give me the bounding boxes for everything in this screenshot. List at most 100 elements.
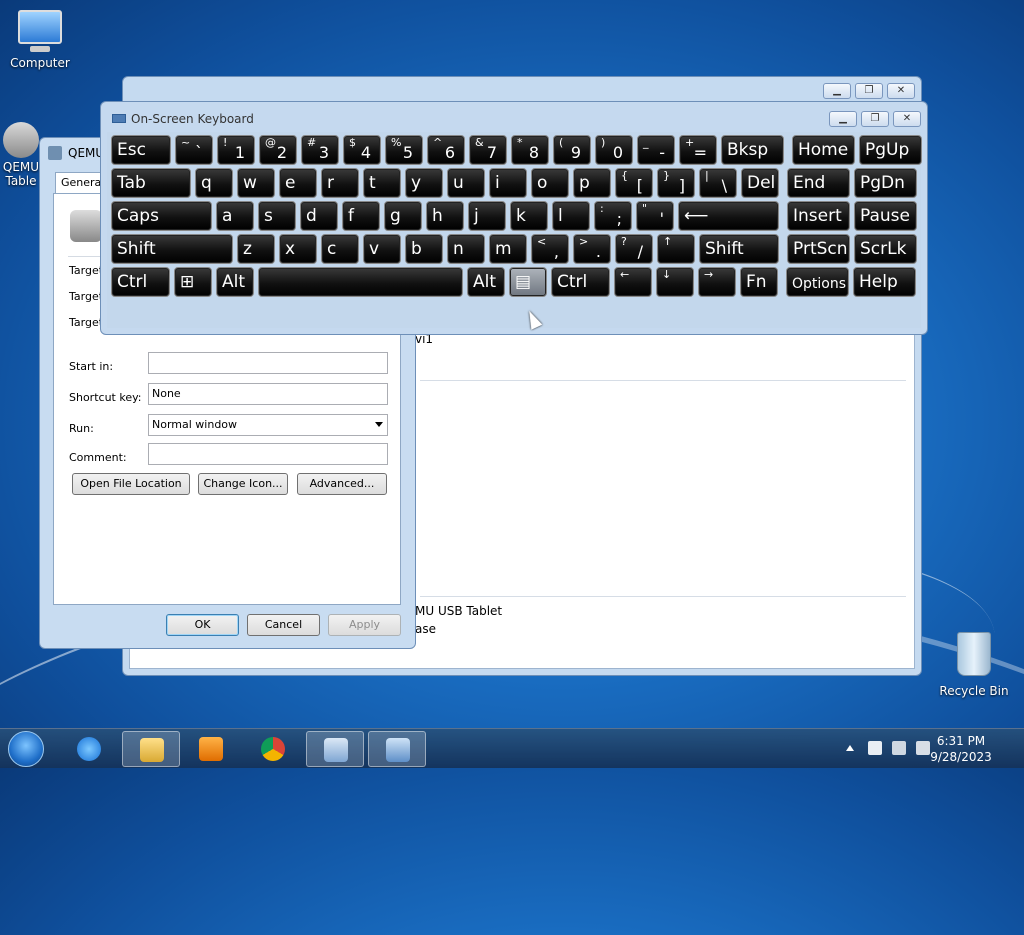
key-scrlk[interactable]: ScrLk bbox=[854, 234, 917, 264]
close-button[interactable]: ✕ bbox=[887, 83, 915, 99]
key-b[interactable]: b bbox=[405, 234, 443, 264]
taskbar-on-screen-keyboard[interactable] bbox=[306, 731, 364, 767]
key-x[interactable]: x bbox=[279, 234, 317, 264]
taskbar-internet-explorer[interactable] bbox=[60, 731, 118, 767]
key-n[interactable]: n bbox=[447, 234, 485, 264]
key-ctrl[interactable]: Ctrl bbox=[551, 267, 610, 297]
cancel-button[interactable]: Cancel bbox=[247, 614, 320, 636]
key-key4-3[interactable] bbox=[258, 267, 463, 297]
key-d[interactable]: d bbox=[300, 201, 338, 231]
key-key0-4[interactable]: #3 bbox=[301, 135, 339, 165]
key-key0-9[interactable]: * 8 bbox=[511, 135, 549, 165]
system-clock[interactable]: 6:31 PM 9/28/2023 bbox=[926, 733, 996, 765]
key-key1-11[interactable]: {[ bbox=[615, 168, 653, 198]
key-s[interactable]: s bbox=[258, 201, 296, 231]
comment-field[interactable] bbox=[148, 443, 388, 465]
key-key4-7[interactable]: ← bbox=[614, 267, 652, 297]
key-t[interactable]: t bbox=[363, 168, 401, 198]
key-a[interactable]: a bbox=[216, 201, 254, 231]
network-icon[interactable] bbox=[892, 741, 906, 755]
key-f[interactable]: f bbox=[342, 201, 380, 231]
show-hidden-icons-icon[interactable] bbox=[846, 745, 854, 751]
key-z[interactable]: z bbox=[237, 234, 275, 264]
change-icon-button[interactable]: Change Icon... bbox=[198, 473, 288, 495]
key-end[interactable]: End bbox=[787, 168, 850, 198]
key-prtscn[interactable]: PrtScn bbox=[787, 234, 850, 264]
key-key4-8[interactable]: ↓ bbox=[656, 267, 694, 297]
advanced-button[interactable]: Advanced... bbox=[297, 473, 387, 495]
restore-button[interactable]: ❐ bbox=[861, 111, 889, 127]
key-j[interactable]: j bbox=[468, 201, 506, 231]
key-key1-12[interactable]: }] bbox=[657, 168, 695, 198]
run-select[interactable]: Normal window bbox=[148, 414, 388, 436]
open-file-location-button[interactable]: Open File Location bbox=[72, 473, 190, 495]
key-tab[interactable]: Tab bbox=[111, 168, 191, 198]
key-p[interactable]: p bbox=[573, 168, 611, 198]
key-shift[interactable]: Shift bbox=[111, 234, 233, 264]
key-bksp[interactable]: Bksp bbox=[721, 135, 784, 165]
key-alt[interactable]: Alt bbox=[216, 267, 254, 297]
start-button[interactable] bbox=[8, 731, 44, 767]
key-key0-1[interactable]: ~ ` bbox=[175, 135, 213, 165]
key-key0-13[interactable]: + = bbox=[679, 135, 717, 165]
key-key0-12[interactable]: _ - bbox=[637, 135, 675, 165]
key-key0-7[interactable]: ^ 6 bbox=[427, 135, 465, 165]
minimize-button[interactable]: ▁ bbox=[823, 83, 851, 99]
key-key4-5[interactable]: ▤ bbox=[509, 267, 547, 297]
tab-general[interactable]: General bbox=[55, 172, 105, 194]
key-help[interactable]: Help bbox=[853, 267, 916, 297]
key-options[interactable]: Options bbox=[786, 267, 849, 297]
key-k[interactable]: k bbox=[510, 201, 548, 231]
key-key0-10[interactable]: (9 bbox=[553, 135, 591, 165]
key-key4-1[interactable]: ⊞ bbox=[174, 267, 212, 297]
key-pause[interactable]: Pause bbox=[854, 201, 917, 231]
key-esc[interactable]: Esc bbox=[111, 135, 171, 165]
key-c[interactable]: c bbox=[321, 234, 359, 264]
shortcut-key-field[interactable]: None bbox=[148, 383, 388, 405]
key-key0-11[interactable]: ) 0 bbox=[595, 135, 633, 165]
action-center-icon[interactable] bbox=[868, 741, 882, 755]
key-key3-11[interactable]: ↑ bbox=[657, 234, 695, 264]
key-key2-12[interactable]: ⟵ bbox=[678, 201, 779, 231]
taskbar-media-player[interactable] bbox=[182, 731, 240, 767]
restore-button[interactable]: ❐ bbox=[855, 83, 883, 99]
key-key0-5[interactable]: $4 bbox=[343, 135, 381, 165]
key-key0-6[interactable]: % 5 bbox=[385, 135, 423, 165]
key-key0-8[interactable]: & 7 bbox=[469, 135, 507, 165]
key-v[interactable]: v bbox=[363, 234, 401, 264]
apply-button[interactable]: Apply bbox=[328, 614, 401, 636]
key-key3-9[interactable]: >. bbox=[573, 234, 611, 264]
start-in-field[interactable] bbox=[148, 352, 388, 374]
key-key2-11[interactable]: " ' bbox=[636, 201, 674, 231]
key-i[interactable]: i bbox=[489, 168, 527, 198]
key-key3-10[interactable]: ? / bbox=[615, 234, 653, 264]
key-m[interactable]: m bbox=[489, 234, 527, 264]
key-key2-10[interactable]: :; bbox=[594, 201, 632, 231]
ok-button[interactable]: OK bbox=[166, 614, 239, 636]
taskbar-control-panel[interactable] bbox=[368, 731, 426, 767]
key-alt[interactable]: Alt bbox=[467, 267, 505, 297]
key-insert[interactable]: Insert bbox=[787, 201, 850, 231]
key-h[interactable]: h bbox=[426, 201, 464, 231]
key-key0-3[interactable]: @2 bbox=[259, 135, 297, 165]
taskbar-file-explorer[interactable] bbox=[122, 731, 180, 767]
desktop-icon-qemu-tablet[interactable]: QEMU Table bbox=[0, 122, 42, 188]
close-button[interactable]: ✕ bbox=[893, 111, 921, 127]
key-del[interactable]: Del bbox=[741, 168, 779, 198]
key-home[interactable]: Home bbox=[792, 135, 855, 165]
desktop-icon-computer[interactable]: Computer bbox=[0, 10, 80, 70]
key-u[interactable]: u bbox=[447, 168, 485, 198]
key-r[interactable]: r bbox=[321, 168, 359, 198]
key-key3-8[interactable]: <, bbox=[531, 234, 569, 264]
key-q[interactable]: q bbox=[195, 168, 233, 198]
key-key4-9[interactable]: → bbox=[698, 267, 736, 297]
key-l[interactable]: l bbox=[552, 201, 590, 231]
key-key1-13[interactable]: | \ bbox=[699, 168, 737, 198]
key-g[interactable]: g bbox=[384, 201, 422, 231]
key-pgup[interactable]: PgUp bbox=[859, 135, 922, 165]
key-pgdn[interactable]: PgDn bbox=[854, 168, 917, 198]
key-fn[interactable]: Fn bbox=[740, 267, 778, 297]
taskbar-chrome[interactable] bbox=[244, 731, 302, 767]
key-shift[interactable]: Shift bbox=[699, 234, 779, 264]
key-key0-2[interactable]: ! 1 bbox=[217, 135, 255, 165]
